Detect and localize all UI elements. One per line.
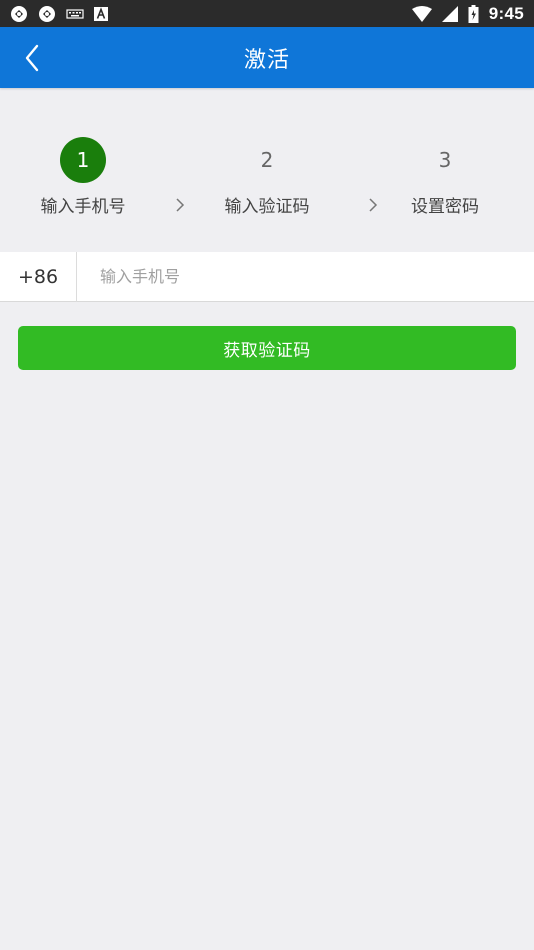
app-bar: 激活 bbox=[0, 27, 534, 88]
chevron-right-icon bbox=[173, 195, 187, 215]
step-1-number: 1 bbox=[60, 137, 106, 183]
phone-row: +86 bbox=[0, 251, 534, 302]
page-title: 激活 bbox=[243, 47, 290, 73]
a-icon bbox=[94, 6, 108, 21]
country-code-selector[interactable]: +86 bbox=[0, 251, 77, 302]
step-3-label: 设置密码 bbox=[411, 197, 479, 217]
status-time: 9:45 bbox=[488, 3, 524, 23]
step-1-label: 输入手机号 bbox=[40, 197, 126, 217]
wifi-icon bbox=[411, 5, 432, 22]
notification-icon bbox=[10, 5, 28, 23]
status-left-icons bbox=[10, 5, 108, 23]
phone-input[interactable] bbox=[77, 251, 534, 302]
back-button[interactable] bbox=[12, 27, 52, 88]
notification-icon bbox=[38, 5, 56, 23]
chevron-left-icon bbox=[25, 44, 39, 71]
battery-icon bbox=[468, 4, 479, 23]
get-code-button[interactable]: 获取验证码 bbox=[18, 326, 516, 370]
step-1: 1 输入手机号 bbox=[13, 130, 153, 230]
step-2-number: 2 bbox=[260, 148, 274, 172]
step-3-number: 3 bbox=[438, 148, 452, 172]
status-bar: 9:45 bbox=[0, 0, 534, 27]
status-right-icons: 9:45 bbox=[411, 3, 524, 24]
keyboard-icon bbox=[66, 8, 84, 20]
step-2-label: 输入验证码 bbox=[224, 197, 310, 217]
step-3: 3 设置密码 bbox=[375, 130, 515, 230]
step-2: 2 输入验证码 bbox=[197, 130, 337, 230]
step-indicator: 1 输入手机号 2 输入验证码 3 设置密码 bbox=[0, 130, 534, 230]
signal-icon bbox=[441, 5, 458, 22]
